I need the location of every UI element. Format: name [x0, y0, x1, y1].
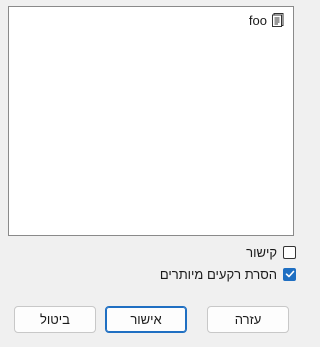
help-button[interactable]: עזרה [207, 306, 289, 333]
file-name-label: foo [248, 12, 267, 28]
link-checkbox[interactable] [283, 245, 296, 259]
strip-whitespace-label: הסרת רקעים מיותרים [159, 266, 277, 282]
strip-whitespace-checkbox[interactable] [283, 267, 296, 281]
checkmark-icon [285, 270, 294, 278]
file-list-item[interactable]: foo [249, 11, 287, 29]
cancel-button[interactable]: ביטול [14, 306, 96, 333]
strip-whitespace-option[interactable]: הסרת רקעים מיותרים [160, 265, 296, 283]
document-icon [271, 12, 287, 28]
link-label: קישור [246, 244, 277, 260]
ok-button[interactable]: אישור [105, 306, 187, 333]
file-list[interactable]: foo [8, 6, 294, 236]
link-option[interactable]: קישור [246, 243, 296, 261]
file-import-dialog: foo קישור הסרת רקעים מיותרים עזרה אישור … [0, 0, 304, 347]
